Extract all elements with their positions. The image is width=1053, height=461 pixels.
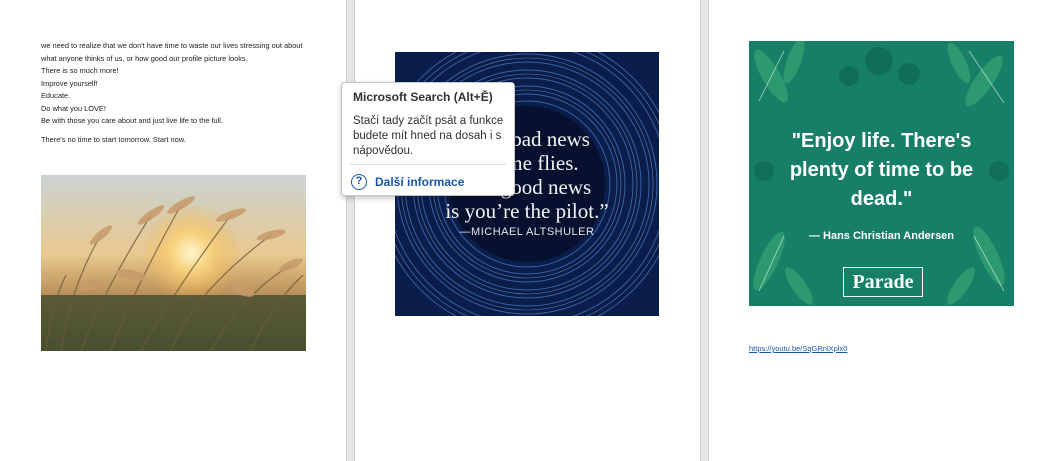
paragraph[interactable]: Educate. [41,90,311,103]
paragraph[interactable]: There's no time to start tomorrow. Start… [41,134,311,147]
sunset-grass-photo[interactable] [41,175,306,351]
learn-more-label: Další informace [375,175,465,189]
grass-photo-image [41,175,306,351]
document-page-2: “The bad news is time flies. The good ne… [355,0,700,461]
document-page-1: we need to realize that we don't have ti… [0,0,346,461]
question-circle-icon: ? [351,174,367,190]
tooltip-description: Stačí tady začít psát a funkce budete mí… [353,115,504,157]
enjoy-life-quote-image[interactable]: "Enjoy life. There's plenty of time to b… [749,41,1014,306]
paragraph[interactable]: Improve yourself! [41,78,311,91]
quote-author: — Hans Christian Andersen [808,230,955,242]
page-1-text[interactable]: we need to realize that we don't have ti… [41,40,311,146]
paragraph[interactable]: Do what you LOVE! [41,103,311,116]
paragraph[interactable]: Be with those you care about and just li… [41,115,311,128]
tooltip-title: Microsoft Search (Alt+Ě) [353,90,493,104]
quote-line: "Enjoy life. There's [791,130,972,152]
paragraph[interactable]: we need to realize that we don't have ti… [41,40,311,65]
quote-author: —MICHAEL ALTSHULER [459,226,595,238]
quote-line: is you’re the pilot.” [445,199,609,223]
quote-line: dead." [850,188,913,210]
microsoft-search-tooltip: Microsoft Search (Alt+Ě) Stačí tady začí… [341,82,515,196]
quote-line: plenty of time to be [789,159,974,181]
youtube-hyperlink[interactable]: https://youtu.be/SqGRnlXplx0 [749,344,847,353]
document-page-3: "Enjoy life. There's plenty of time to b… [709,0,1053,461]
learn-more-link[interactable]: ? Další informace [351,172,464,192]
tooltip-divider [350,164,506,165]
parade-logo: Parade [843,267,923,297]
paragraph[interactable]: There is so much more! [41,65,311,78]
